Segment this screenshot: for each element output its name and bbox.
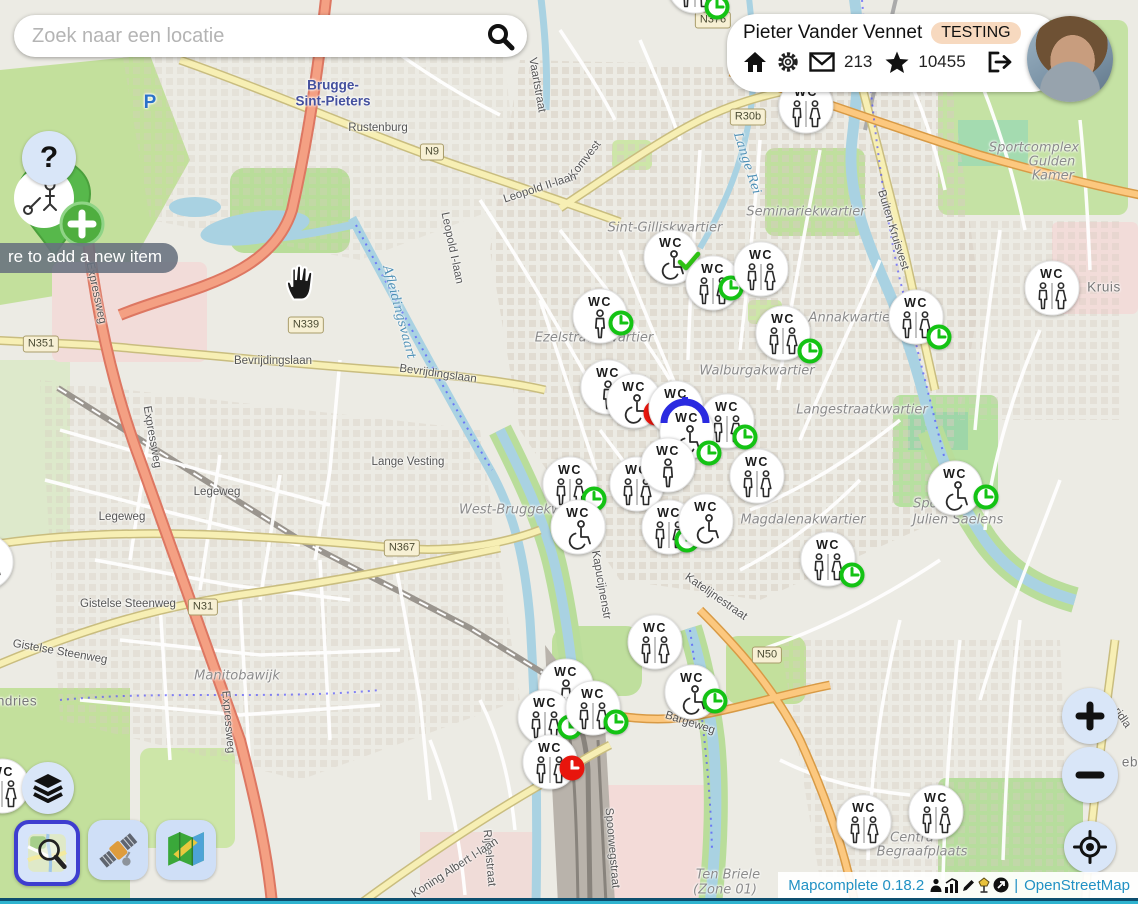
tooltip-text: re to add a new item <box>8 247 162 266</box>
search-icon[interactable] <box>485 21 527 51</box>
svg-text:WC: WC <box>749 248 773 262</box>
opening-hours-open-badge <box>704 0 730 20</box>
zoom-in-button[interactable] <box>1062 688 1118 744</box>
svg-text:WC: WC <box>771 312 795 326</box>
svg-text:WC: WC <box>622 380 646 394</box>
opening-hours-open-badge <box>603 709 629 735</box>
svg-text:WC: WC <box>694 500 718 514</box>
mapcomplete-app: Brugge-Sint-PietersRustenburgVaartstraat… <box>0 0 1138 904</box>
svg-text:WC: WC <box>0 765 14 779</box>
mascot-icon[interactable] <box>977 877 992 893</box>
toilet-marker-male[interactable]: WC <box>640 437 696 493</box>
svg-text:WC: WC <box>680 671 704 685</box>
toilet-marker-mf[interactable]: WC <box>627 614 683 670</box>
svg-text:WC: WC <box>924 791 948 805</box>
layers-icon <box>32 773 64 803</box>
poi-layer: WC WC WC WC WC WC WC WC WC WC WC WC WC WC WC WC WC WC WC WC… <box>0 0 1138 904</box>
svg-text:WC: WC <box>643 621 667 635</box>
logout-icon[interactable] <box>987 51 1013 73</box>
opening-hours-open-badge <box>839 562 865 588</box>
toilet-marker-mf[interactable]: WC <box>908 784 964 840</box>
folded-map-icon <box>165 829 207 871</box>
attribution-bar: Mapcomplete 0.18.2 | OpenStreetMap <box>778 872 1138 898</box>
help-button[interactable]: ? <box>22 131 76 185</box>
opening-hours-open-badge <box>702 688 728 714</box>
svg-text:WC: WC <box>1040 267 1064 281</box>
opening-hours-open-badge <box>732 424 758 450</box>
toilet-marker-mf[interactable]: WC <box>836 794 892 850</box>
messages-count[interactable]: 213 <box>844 52 872 72</box>
community-icon[interactable] <box>929 878 943 893</box>
search-input[interactable] <box>14 25 485 48</box>
osm-link[interactable]: OpenStreetMap <box>1024 877 1130 894</box>
style-satellite-button[interactable] <box>88 820 148 880</box>
zoom-out-button[interactable] <box>1062 747 1118 803</box>
messages-icon[interactable] <box>809 52 835 72</box>
opening-hours-open-badge <box>608 310 634 336</box>
background-style-row <box>14 820 216 886</box>
testing-badge: TESTING <box>931 22 1020 44</box>
svg-text:WC: WC <box>558 463 582 477</box>
changesets-count[interactable]: 10455 <box>918 52 965 72</box>
svg-text:WC: WC <box>701 262 725 276</box>
statistics-icon[interactable] <box>944 878 960 893</box>
svg-text:WC: WC <box>533 696 557 710</box>
svg-text:WC: WC <box>816 538 840 552</box>
attribution-separator: | <box>1014 877 1018 894</box>
opening-hours-open-badge <box>973 484 999 510</box>
opening-hours-open-badge <box>926 324 952 350</box>
settings-gear-icon[interactable] <box>776 50 800 74</box>
svg-text:WC: WC <box>943 467 967 481</box>
star-icon <box>885 51 909 74</box>
svg-text:WC: WC <box>581 687 605 701</box>
search-bar <box>14 15 527 57</box>
geolocate-button[interactable] <box>1064 821 1116 873</box>
user-name: Pieter Vander Vennet <box>743 22 922 44</box>
carto-map-icon <box>26 832 68 874</box>
minus-icon <box>1075 760 1105 790</box>
style-carto-button[interactable] <box>14 820 80 886</box>
svg-text:WC: WC <box>745 455 769 469</box>
svg-text:WC: WC <box>852 801 876 815</box>
toilet-marker-wheel[interactable]: WC <box>678 493 734 549</box>
opening-hours-open-badge <box>797 338 823 364</box>
user-panel: Pieter Vander Vennet TESTING <box>727 14 1061 92</box>
svg-text:WC: WC <box>656 444 680 458</box>
svg-text:WC: WC <box>715 400 739 414</box>
add-item-tooltip: re to add a new item <box>0 243 178 273</box>
toilet-marker-mf[interactable]: WC <box>733 241 789 297</box>
crosshair-icon <box>1073 830 1107 864</box>
hand-cursor-icon <box>283 262 319 301</box>
selected-marker-arc <box>660 396 710 426</box>
plus-icon <box>1075 701 1105 731</box>
svg-text:WC: WC <box>659 236 683 250</box>
svg-text:WC: WC <box>904 296 928 310</box>
app-version[interactable]: Mapcomplete 0.18.2 <box>788 877 924 894</box>
home-icon[interactable] <box>743 51 767 73</box>
style-folded-map-button[interactable] <box>156 820 216 880</box>
toilet-marker-wheel[interactable]: WC <box>550 499 606 555</box>
opening-hours-open-badge <box>696 440 722 466</box>
help-label: ? <box>40 141 58 175</box>
opening-hours-closed-badge <box>559 755 585 781</box>
svg-text:WC: WC <box>566 506 590 520</box>
layers-button[interactable] <box>22 762 74 814</box>
edit-icon[interactable] <box>961 878 976 893</box>
user-avatar[interactable] <box>1027 16 1113 102</box>
license-icon[interactable] <box>993 877 1009 893</box>
toilet-marker-mf[interactable]: WC <box>729 448 785 504</box>
toilet-marker-mf[interactable]: WC <box>1024 260 1080 316</box>
svg-text:WC: WC <box>554 665 578 679</box>
svg-text:WC: WC <box>538 741 562 755</box>
toilet-marker-mf[interactable]: WC <box>0 534 14 590</box>
satellite-icon <box>97 829 139 871</box>
svg-text:WC: WC <box>588 295 612 309</box>
bottom-strip <box>0 898 1138 904</box>
